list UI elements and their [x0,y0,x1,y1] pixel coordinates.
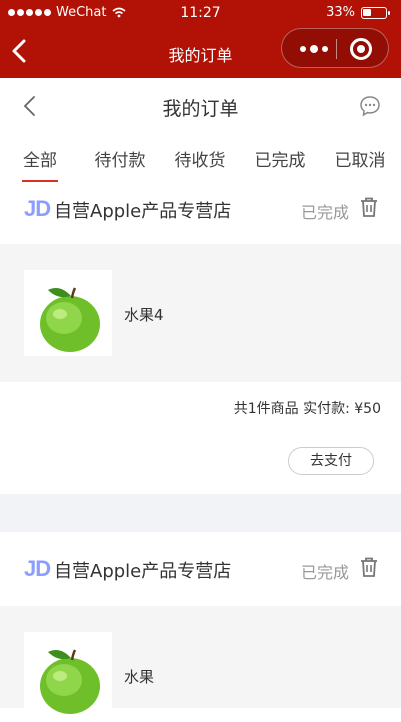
capsule-divider [336,39,337,59]
page-title: 我的订单 [162,98,239,120]
battery-icon [361,6,390,19]
pay-button[interactable]: 去支付 [288,447,374,475]
wechat-top-bar: WeChat 11:27 33% 我的订单 [0,0,401,78]
more-icon[interactable] [294,29,334,69]
tab-cancelled[interactable]: 已取消 [320,134,400,184]
wechat-nav: 我的订单 [0,26,401,78]
tab-pending-receipt[interactable]: 待收货 [160,134,240,184]
battery-status: 33% [326,5,390,20]
page-header: 我的订单 [0,78,401,134]
jd-logo: JD [24,556,51,581]
store-name[interactable]: 自营Apple产品专营店 [54,557,231,583]
product-name: 水果 [124,668,155,686]
mini-program-capsule [281,28,389,68]
order-product-row[interactable]: 水果 [0,606,401,718]
jd-logo: JD [24,196,51,221]
tab-all[interactable]: 全部 [0,134,80,184]
product-thumbnail[interactable] [24,270,112,356]
order-store-header: JD 自营Apple产品专营店 已完成 [0,184,401,234]
tab-completed[interactable]: 已完成 [240,134,320,184]
order-status: 已完成 [300,203,349,222]
green-apple-image [40,287,100,352]
trash-icon[interactable] [359,556,379,578]
trash-icon[interactable] [359,196,379,218]
order-store-header: JD 自营Apple产品专营店 已完成 [0,544,401,594]
product-thumbnail[interactable] [24,632,112,718]
store-name[interactable]: 自营Apple产品专营店 [54,197,231,223]
chat-bubble-icon[interactable] [359,95,381,117]
green-apple-image [40,649,100,714]
order-separator [0,494,401,532]
battery-percent: 33% [326,5,355,20]
close-mini-program-icon[interactable] [350,38,372,60]
order-tabs: 全部 待付款 待收货 已完成 已取消 [0,134,401,184]
order-summary: 共1件商品 实付款: ¥50 [233,401,381,417]
order-status: 已完成 [300,563,349,582]
order-product-row[interactable]: 水果4 [0,244,401,382]
product-name: 水果4 [124,306,164,324]
status-bar: WeChat 11:27 33% [0,0,401,26]
tab-pending-payment[interactable]: 待付款 [80,134,160,184]
